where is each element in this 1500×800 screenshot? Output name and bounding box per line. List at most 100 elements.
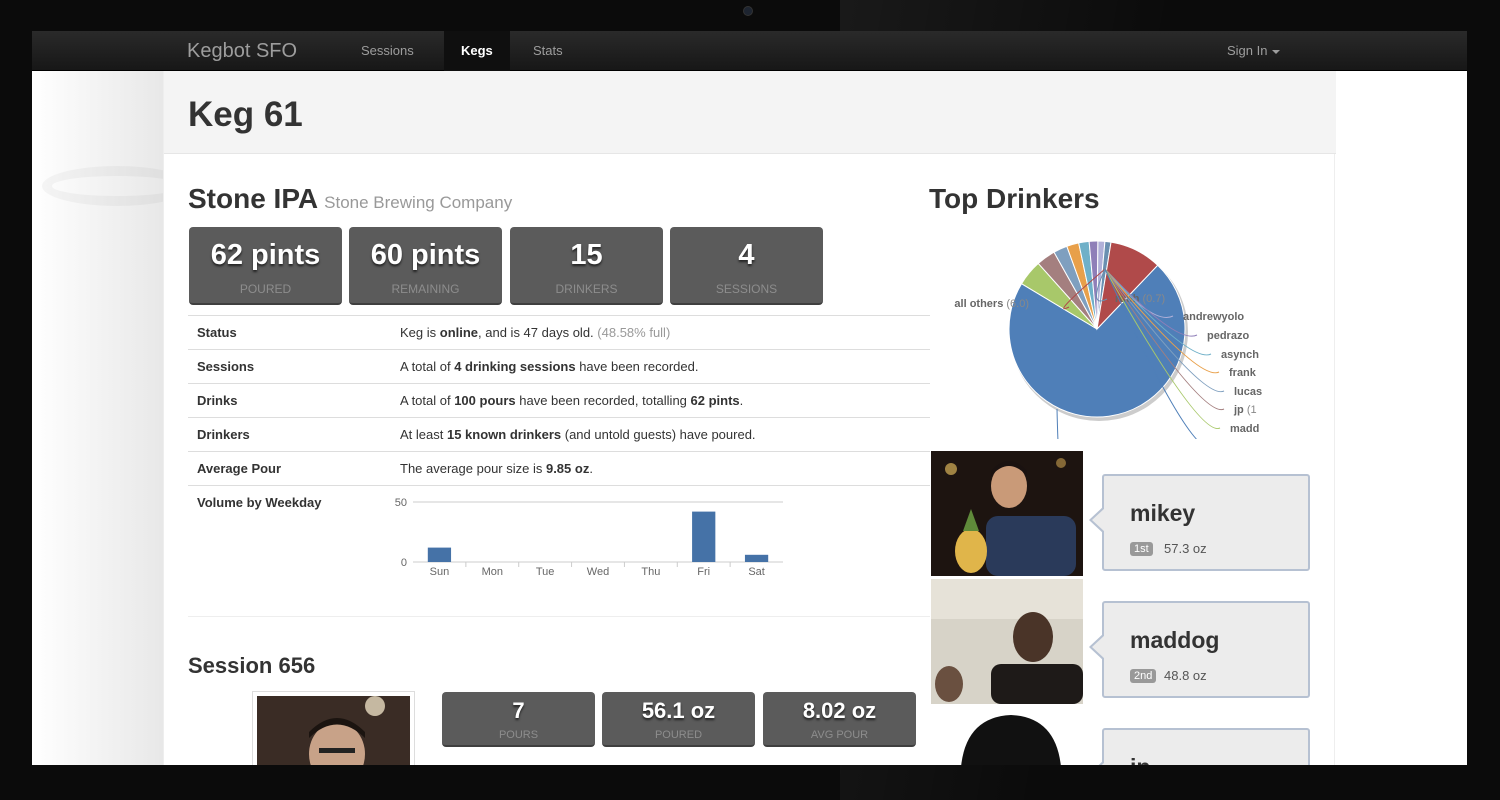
session-thumbnails	[441, 761, 861, 765]
top-drinkers-title: Top Drinkers	[929, 183, 1100, 214]
stat-value: 4	[738, 239, 755, 271]
drinker-name[interactable]: jp	[1130, 754, 1150, 765]
pie-connector	[1056, 408, 1059, 439]
caret-down-icon	[1272, 49, 1281, 54]
text: Keg is	[400, 325, 440, 340]
brand-link[interactable]: Kegbot SFO	[187, 40, 297, 63]
y-tick-label: 50	[395, 497, 407, 509]
drinker-name[interactable]: maddog	[1130, 627, 1219, 654]
stat-value: 56.1 oz	[641, 698, 716, 723]
row-value: The average pour size is 9.85 oz.	[400, 461, 593, 476]
row-key: Drinkers	[197, 427, 250, 442]
stat-value: 15	[570, 239, 603, 271]
stat-label: POURED	[654, 729, 703, 741]
session-photo-image	[257, 696, 410, 765]
stat-value: 8.02 oz	[802, 698, 877, 723]
text: A total of	[400, 359, 455, 374]
stat-label: POURED	[239, 282, 292, 296]
session-photo[interactable]	[252, 691, 415, 765]
drinker-photo-maddog[interactable]	[931, 579, 1083, 704]
row-key: Sessions	[197, 359, 255, 374]
stat-label: DRINKERS	[555, 282, 618, 296]
rank-badge: 2nd	[1130, 669, 1157, 683]
stat-label: SESSIONS	[715, 282, 778, 296]
x-tick-label: Mon	[482, 566, 503, 578]
stat-value: 7	[512, 698, 525, 723]
main-container: Keg 61 Stone IPA Stone Brewing Company 62…	[163, 71, 1336, 765]
bar-sun	[427, 547, 452, 562]
stat-session-poured: 56.1 oz POURED	[602, 692, 755, 747]
x-tick-label: Sat	[748, 566, 765, 578]
drinker-photo-mikey[interactable]	[931, 451, 1083, 576]
beer-heading: Stone IPA Stone Brewing Company	[188, 183, 512, 215]
row-key: Drinks	[197, 393, 238, 408]
drinker-card-jp[interactable]: jp	[1089, 728, 1310, 765]
device-frame: Kegbot SFO Sessions Kegs Stats Sign In K…	[0, 0, 1500, 800]
background-keg-image	[32, 71, 163, 765]
background-right	[1335, 71, 1467, 765]
pie-label: frank	[1229, 367, 1257, 379]
stat-label: AVG POUR	[810, 729, 869, 741]
x-tick-label: Fri	[697, 566, 710, 578]
person-photo-icon	[257, 696, 410, 765]
info-row-sessions: Sessions A total of 4 drinking sessions …	[188, 349, 930, 383]
info-row-drinkers: Drinkers At least 15 known drinkers (and…	[188, 417, 930, 451]
pie-label: jp (1	[1233, 404, 1257, 416]
top-drinkers-pie-chart: all others (6.0) robh (0.7)andrewyolopedr…	[954, 240, 1262, 439]
text-bold: 15 known drinkers	[446, 427, 562, 442]
session-title[interactable]: Session 656	[188, 653, 315, 679]
x-tick-label: Thu	[641, 566, 660, 578]
x-tick-label: Sun	[430, 566, 450, 578]
drinker-volume: 48.8 oz	[1164, 668, 1207, 683]
info-row-status: Status Keg is online, and is 47 days old…	[188, 315, 930, 349]
x-tick-label: Wed	[587, 566, 609, 578]
stat-avg-pour: 8.02 oz AVG POUR	[763, 692, 916, 747]
rank-badge: 1st	[1130, 542, 1153, 556]
info-row-weekday: Volume by Weekday 0 50 Sun Mon Tue Wed Thu Fri S…	[188, 485, 930, 617]
text: At least	[400, 427, 447, 442]
info-row-average-pour: Average Pour The average pour size is 9.…	[188, 451, 930, 485]
camera-icon	[743, 6, 753, 16]
bar-fri	[692, 511, 716, 562]
stat-label: REMAINING	[391, 282, 460, 296]
pie-label: andrewyolo	[1183, 311, 1244, 323]
text-bold: 100 pours	[454, 393, 516, 408]
page-header: Keg 61	[164, 71, 1336, 154]
bar-sat	[744, 554, 769, 562]
brewer-name[interactable]: Stone Brewing Company	[324, 193, 512, 212]
pie-label: madd	[1230, 423, 1259, 435]
text: A total of	[400, 393, 455, 408]
pie-label: pedrazo	[1207, 330, 1249, 342]
stat-pours: 7 POURS	[442, 692, 595, 747]
navbar: Kegbot SFO Sessions Kegs Stats Sign In	[32, 31, 1467, 71]
drinker-photo-jp[interactable]	[931, 707, 1083, 765]
drinker-volume: 57.3 oz	[1164, 541, 1207, 556]
row-key: Average Pour	[197, 461, 282, 476]
pie-label: all others (6.0)	[954, 298, 1029, 310]
nav-sessions[interactable]: Sessions	[344, 31, 431, 71]
row-value: A total of 100 pours have been recorded,…	[400, 393, 743, 408]
text: .	[739, 393, 744, 408]
drinker-card-maddog[interactable]: maddog 2nd 48.8 oz	[1089, 601, 1310, 698]
pie-label: lucas	[1234, 386, 1262, 398]
stat-poured: 62 pints POURED	[189, 227, 342, 305]
browser-screen: Kegbot SFO Sessions Kegs Stats Sign In K…	[32, 31, 1467, 765]
fill-percent: (48.58% full)	[597, 325, 671, 340]
weekday-bar-chart: 0 50 Sun Mon Tue Wed Thu Fri Sat	[395, 497, 783, 578]
sign-in-dropdown[interactable]: Sign In	[1210, 31, 1297, 71]
beer-name[interactable]: Stone IPA	[188, 183, 318, 214]
stat-drinkers: 15 DRINKERS	[510, 227, 663, 305]
keg-info-table: Status Keg is online, and is 47 days old…	[188, 315, 930, 617]
page-title: Keg 61	[188, 95, 303, 134]
x-tick-label: Tue	[536, 566, 555, 578]
drinker-name[interactable]: mikey	[1130, 500, 1195, 527]
nav-stats[interactable]: Stats	[516, 31, 580, 71]
stat-label: POURS	[498, 729, 539, 741]
stat-remaining: 60 pints REMAINING	[349, 227, 502, 305]
nav-kegs[interactable]: Kegs	[444, 31, 510, 71]
stat-value: 62 pints	[210, 239, 321, 271]
text: , and is 47 days old.	[478, 325, 594, 340]
drinker-card-mikey[interactable]: mikey 1st 57.3 oz	[1089, 474, 1310, 571]
y-tick-label: 0	[401, 557, 407, 569]
text: have been recorded, totalling	[515, 393, 691, 408]
